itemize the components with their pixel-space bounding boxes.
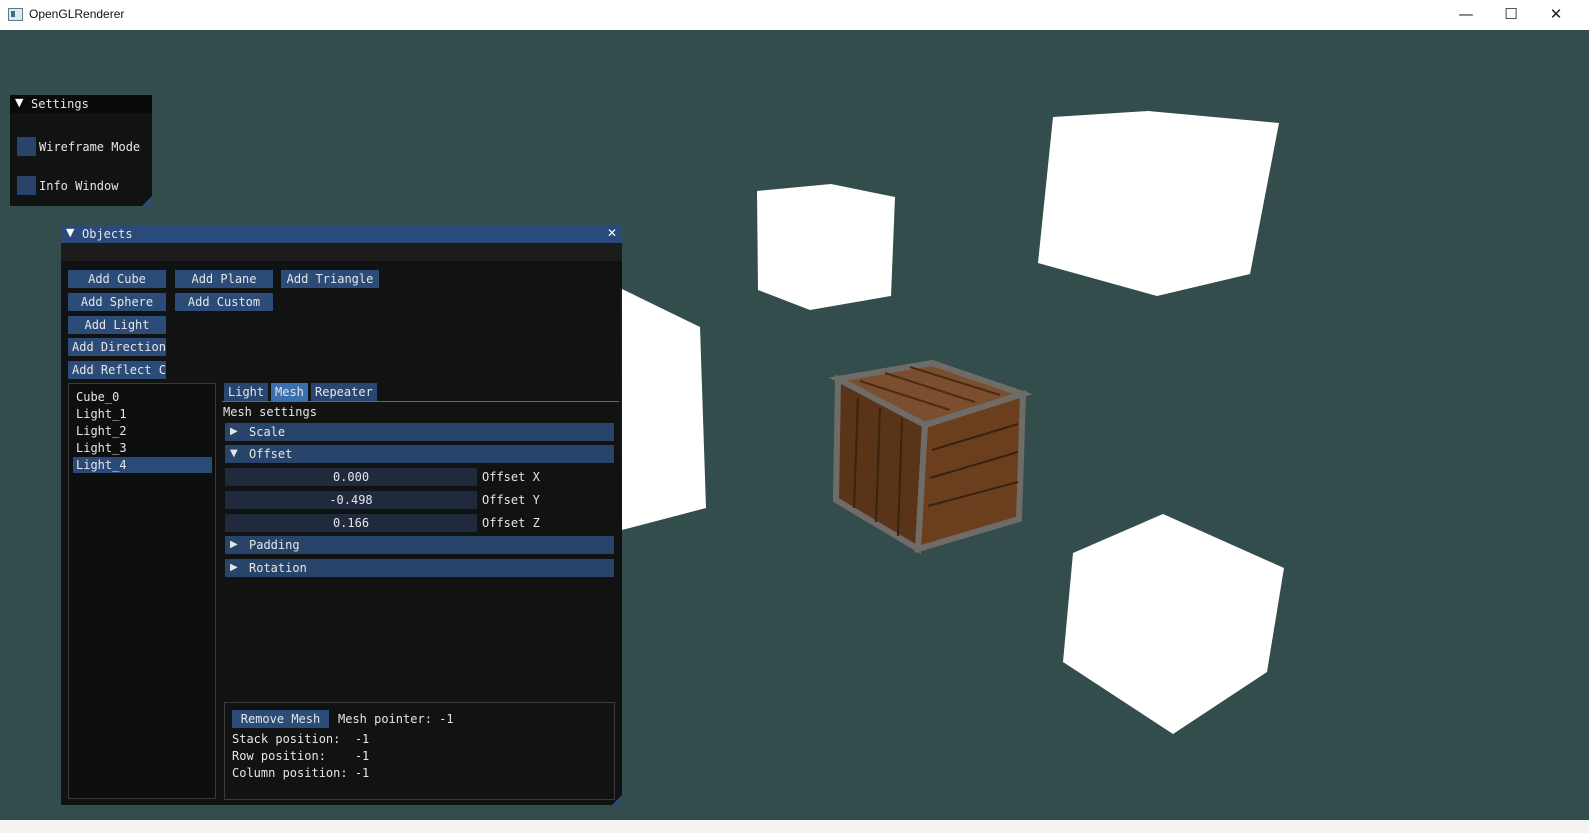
light-cube-left bbox=[620, 288, 706, 530]
offset-z-field[interactable]: 0.166 bbox=[225, 514, 477, 532]
close-window-button[interactable]: ✕ bbox=[1533, 0, 1579, 30]
remove-mesh-button[interactable]: Remove Mesh bbox=[232, 710, 329, 728]
list-item[interactable]: Light_3 bbox=[76, 440, 127, 456]
minimize-button[interactable]: — bbox=[1443, 0, 1489, 30]
offset-z-label: Offset Z bbox=[482, 516, 540, 530]
list-item-selected[interactable]: Light_4 bbox=[73, 457, 212, 473]
stack-position-text: Stack position: -1 bbox=[232, 732, 370, 746]
add-triangle-button[interactable]: Add Triangle bbox=[281, 270, 379, 288]
maximize-button[interactable]: ☐ bbox=[1488, 0, 1534, 30]
resize-grip-icon[interactable] bbox=[612, 795, 622, 805]
light-cube-top-left bbox=[757, 184, 895, 310]
padding-header[interactable]: ▶ Padding bbox=[225, 536, 614, 554]
expand-arrow-icon: ▶ bbox=[230, 426, 238, 437]
scale-header[interactable]: ▶ Scale bbox=[225, 423, 614, 441]
offset-x-field[interactable]: 0.000 bbox=[225, 468, 477, 486]
add-reflect-cube-button[interactable]: Add Reflect Cube bbox=[68, 361, 166, 379]
resize-grip-icon[interactable] bbox=[142, 196, 152, 206]
offset-header[interactable]: ▼ Offset bbox=[225, 445, 614, 463]
window-titlebar: OpenGLRenderer — ☐ ✕ bbox=[0, 0, 1589, 30]
status-strip bbox=[0, 820, 1589, 833]
light-cube-bottom-right bbox=[1063, 514, 1284, 734]
offset-header-label: Offset bbox=[249, 447, 293, 461]
mesh-pointer-text: Mesh pointer: -1 bbox=[338, 712, 454, 726]
wireframe-checkbox[interactable] bbox=[17, 137, 36, 156]
tab-light[interactable]: Light bbox=[224, 383, 269, 401]
offset-x-label: Offset X bbox=[482, 470, 540, 484]
list-item[interactable]: Light_2 bbox=[76, 423, 127, 439]
add-cube-button[interactable]: Add Cube bbox=[68, 270, 166, 288]
wooden-crate bbox=[828, 359, 1033, 555]
list-item[interactable]: Light_1 bbox=[76, 406, 127, 422]
expand-arrow-icon: ▶ bbox=[230, 562, 238, 573]
list-item[interactable]: Cube_0 bbox=[76, 389, 119, 405]
objects-titlebar[interactable]: ▼ Objects ✕ bbox=[61, 225, 622, 243]
object-list[interactable]: Cube_0 Light_1 Light_2 Light_3 Light_4 bbox=[68, 383, 216, 799]
settings-titlebar[interactable]: ▼ Settings bbox=[10, 95, 152, 113]
objects-title: Objects bbox=[82, 227, 133, 241]
app-icon bbox=[8, 8, 23, 21]
collapse-arrow-icon: ▼ bbox=[230, 448, 238, 459]
add-plane-button[interactable]: Add Plane bbox=[175, 270, 273, 288]
tab-repeater[interactable]: Repeater bbox=[311, 383, 377, 401]
settings-window[interactable]: ▼ Settings Wireframe Mode Info Window bbox=[10, 95, 152, 206]
add-sphere-button[interactable]: Add Sphere bbox=[68, 293, 166, 311]
offset-y-field[interactable]: -0.498 bbox=[225, 491, 477, 509]
menu-bar bbox=[61, 243, 622, 261]
scale-header-label: Scale bbox=[249, 425, 286, 439]
window-title: OpenGLRenderer bbox=[29, 7, 125, 21]
rotation-header-label: Rotation bbox=[249, 561, 307, 575]
tab-underline bbox=[222, 401, 619, 402]
wireframe-label: Wireframe Mode bbox=[39, 140, 141, 154]
rotation-header[interactable]: ▶ Rotation bbox=[225, 559, 614, 577]
add-directional-button[interactable]: Add Directional bbox=[68, 338, 166, 356]
mesh-settings-title: Mesh settings bbox=[223, 405, 317, 419]
collapse-arrow-icon[interactable]: ▼ bbox=[15, 96, 23, 109]
offset-y-label: Offset Y bbox=[482, 493, 540, 507]
settings-title: Settings bbox=[31, 97, 89, 111]
info-window-checkbox[interactable] bbox=[17, 176, 36, 195]
add-light-button[interactable]: Add Light bbox=[68, 316, 166, 334]
info-window-label: Info Window bbox=[39, 179, 119, 193]
add-custom-button[interactable]: Add Custom bbox=[175, 293, 273, 311]
collapse-arrow-icon[interactable]: ▼ bbox=[66, 226, 74, 239]
column-position-text: Column position: -1 bbox=[232, 766, 370, 780]
close-icon[interactable]: ✕ bbox=[607, 226, 617, 240]
row-position-text: Row position: -1 bbox=[232, 749, 370, 763]
light-cube-top-right bbox=[1038, 111, 1279, 296]
padding-header-label: Padding bbox=[249, 538, 300, 552]
tab-mesh[interactable]: Mesh bbox=[271, 383, 308, 401]
expand-arrow-icon: ▶ bbox=[230, 539, 238, 550]
